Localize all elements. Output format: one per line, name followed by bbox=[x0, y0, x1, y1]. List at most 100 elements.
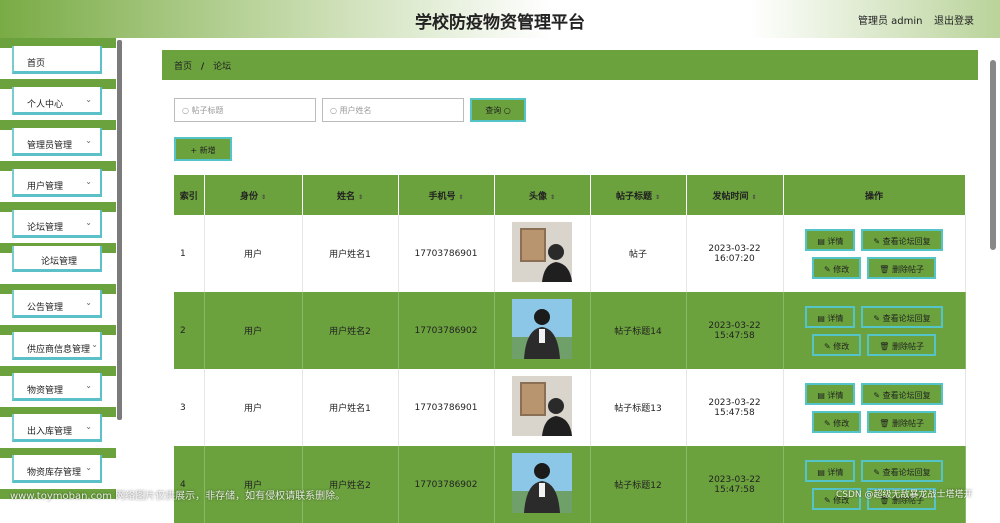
sidebar-item-personal[interactable]: 个人中心 ⌄ bbox=[12, 87, 102, 115]
chevron-down-icon: ⌄ bbox=[85, 177, 92, 186]
cell-post-title: 帖子标题12 bbox=[590, 446, 687, 523]
cell-phone: 17703786901 bbox=[398, 215, 495, 292]
sidebar-item-forum[interactable]: 论坛管理 ⌄ bbox=[12, 210, 102, 238]
sort-icon[interactable]: ⇕ bbox=[261, 194, 266, 201]
edit-button[interactable]: ✎ 修改 bbox=[812, 256, 862, 279]
sidebar-subitem-forum[interactable]: 论坛管理 bbox=[12, 246, 102, 272]
breadcrumb-home[interactable]: 首页 bbox=[174, 62, 192, 72]
chevron-down-icon: ⌄ bbox=[85, 218, 92, 227]
cell-name: 用户姓名2 bbox=[302, 446, 399, 523]
current-user: 管理员 admin bbox=[858, 16, 923, 27]
cell-actions: ▤ 详情 ✎ 查看论坛回复 ✎ 修改 🗑 删除帖子 bbox=[783, 369, 966, 446]
cell-index: 3 bbox=[174, 369, 205, 446]
detail-button[interactable]: ▤ 详情 bbox=[805, 305, 856, 328]
breadcrumb: 首页 / 论坛 bbox=[162, 50, 978, 80]
cell-index: 1 bbox=[174, 215, 205, 292]
delete-post-button[interactable]: 🗑 删除帖子 bbox=[867, 410, 936, 433]
cell-actions: ▤ 详情 ✎ 查看论坛回复 ✎ 修改 🗑 删除帖子 bbox=[783, 292, 966, 369]
sort-icon[interactable]: ⇕ bbox=[358, 194, 363, 201]
cell-post-time: 2023-03-22 16:07:20 bbox=[686, 215, 784, 292]
sidebar-scrollbar[interactable] bbox=[117, 40, 122, 420]
cell-name: 用户姓名1 bbox=[302, 215, 399, 292]
edit-button[interactable]: ✎ 修改 bbox=[812, 410, 862, 433]
sidebar-item-supplier[interactable]: 供应商信息管理 ⌄ bbox=[12, 332, 102, 360]
search-icon: ○ bbox=[182, 106, 189, 115]
sidebar-item-users[interactable]: 用户管理 ⌄ bbox=[12, 169, 102, 197]
column-header-post-time[interactable]: 发帖时间 ⇕ bbox=[686, 175, 784, 215]
trash-icon: 🗑 bbox=[879, 341, 892, 351]
sidebar-item-stock[interactable]: 物资库存管理 ⌄ bbox=[12, 455, 102, 483]
chevron-down-icon: ⌄ bbox=[85, 95, 92, 104]
detail-button[interactable]: ▤ 详情 bbox=[805, 459, 856, 482]
sidebar-item-admin[interactable]: 管理员管理 ⌄ bbox=[12, 128, 102, 156]
cell-actions: ▤ 详情 ✎ 查看论坛回复 ✎ 修改 🗑 删除帖子 bbox=[783, 215, 966, 292]
sort-icon[interactable]: ⇕ bbox=[550, 194, 555, 201]
chevron-down-icon: ⌄ bbox=[85, 422, 92, 431]
column-header-post-title[interactable]: 帖子标题 ⇕ bbox=[590, 175, 687, 215]
cell-post-time: 2023-03-22 15:47:58 bbox=[686, 369, 784, 446]
page-scrollbar[interactable] bbox=[990, 60, 996, 250]
search-icon: ○ bbox=[330, 106, 337, 115]
cell-index: 2 bbox=[174, 292, 205, 369]
edit-button[interactable]: ✎ 修改 bbox=[812, 333, 862, 356]
trash-icon: 🗑 bbox=[879, 264, 892, 274]
cell-post-title: 帖子标题14 bbox=[590, 292, 687, 369]
column-header-phone[interactable]: 手机号 ⇕ bbox=[398, 175, 495, 215]
sidebar-item-materials[interactable]: 物资管理 ⌄ bbox=[12, 373, 102, 401]
sidebar-item-home[interactable]: 首页 bbox=[12, 46, 102, 74]
cell-name: 用户姓名1 bbox=[302, 369, 399, 446]
sort-icon[interactable]: ⇕ bbox=[655, 194, 660, 201]
delete-post-button[interactable]: 🗑 删除帖子 bbox=[867, 256, 936, 279]
edit-icon: ✎ bbox=[873, 467, 883, 477]
query-button[interactable]: 查询 ○ bbox=[470, 98, 526, 122]
view-replies-button[interactable]: ✎ 查看论坛回复 bbox=[861, 228, 943, 251]
edit-icon: ✎ bbox=[824, 495, 834, 505]
csdn-watermark: CSDN @超级无敌暴龙战士塔塔开 bbox=[836, 490, 973, 500]
detail-button[interactable]: ▤ 详情 bbox=[805, 228, 856, 251]
cell-avatar bbox=[494, 369, 591, 446]
document-icon: ▤ bbox=[817, 236, 828, 246]
cell-role: 用户 bbox=[204, 369, 303, 446]
trash-icon: 🗑 bbox=[879, 418, 892, 428]
document-icon: ▤ bbox=[817, 467, 828, 477]
edit-icon: ✎ bbox=[824, 418, 834, 428]
edit-icon: ✎ bbox=[873, 313, 883, 323]
sort-icon[interactable]: ⇕ bbox=[751, 194, 756, 201]
posts-table: 索引 身份 ⇕ 姓名 ⇕ 手机号 ⇕ 头像 ⇕ 帖子标题 ⇕ 发帖时间 ⇕ 操作 1 用户 用户… bbox=[174, 175, 966, 523]
detail-button[interactable]: ▤ 详情 bbox=[805, 382, 856, 405]
cell-phone: 17703786902 bbox=[398, 292, 495, 369]
post-title-search-input[interactable]: ○ 帖子标题 bbox=[174, 98, 316, 122]
breadcrumb-current: 论坛 bbox=[213, 62, 232, 72]
table-row: 4 用户 用户姓名2 17703786902 帖子标题12 2023-03-22 15:4… bbox=[174, 446, 966, 523]
column-header-index: 索引 bbox=[174, 175, 205, 215]
cell-avatar bbox=[494, 446, 591, 523]
cell-index: 4 bbox=[174, 446, 205, 523]
chevron-down-icon: ⌄ bbox=[85, 298, 92, 307]
table-row: 2 用户 用户姓名2 17703786902 帖子标题14 2023-03-22 15:4… bbox=[174, 292, 966, 369]
column-header-role[interactable]: 身份 ⇕ bbox=[204, 175, 303, 215]
cell-post-title: 帖子 bbox=[590, 215, 687, 292]
sort-icon[interactable]: ⇕ bbox=[458, 194, 463, 201]
column-header-name[interactable]: 姓名 ⇕ bbox=[302, 175, 399, 215]
cell-phone: 17703786902 bbox=[398, 446, 495, 523]
table-row: 1 用户 用户姓名1 17703786901 帖子 2023-03-22 16:07:20… bbox=[174, 215, 966, 292]
add-button[interactable]: + 新增 bbox=[174, 137, 232, 161]
view-replies-button[interactable]: ✎ 查看论坛回复 bbox=[861, 382, 943, 405]
column-header-avatar[interactable]: 头像 ⇕ bbox=[494, 175, 591, 215]
document-icon: ▤ bbox=[817, 313, 828, 323]
watermark-text: www.toymoban.com 网络图片仅供展示，非存储，如有侵权请联系删除。 bbox=[10, 491, 346, 502]
cell-post-time: 2023-03-22 15:47:58 bbox=[686, 446, 784, 523]
delete-post-button[interactable]: 🗑 删除帖子 bbox=[867, 333, 936, 356]
sidebar-item-inout[interactable]: 出入库管理 ⌄ bbox=[12, 414, 102, 442]
main-content: 首页 / 论坛 ○ 帖子标题 ○ 用户姓名 查询 ○ + 新增 索引 身份 ⇕ 姓… bbox=[162, 50, 978, 523]
sidebar-item-notice[interactable]: 公告管理 ⌄ bbox=[12, 290, 102, 318]
logout-link[interactable]: 退出登录 bbox=[934, 12, 974, 27]
user-name-search-input[interactable]: ○ 用户姓名 bbox=[322, 98, 464, 122]
view-replies-button[interactable]: ✎ 查看论坛回复 bbox=[861, 459, 943, 482]
edit-icon: ✎ bbox=[873, 236, 883, 246]
avatar bbox=[512, 453, 572, 513]
edit-icon: ✎ bbox=[824, 341, 834, 351]
breadcrumb-separator: / bbox=[200, 62, 205, 72]
view-replies-button[interactable]: ✎ 查看论坛回复 bbox=[861, 305, 943, 328]
table-row: 3 用户 用户姓名1 17703786901 帖子标题13 2023-03-22 15:4… bbox=[174, 369, 966, 446]
